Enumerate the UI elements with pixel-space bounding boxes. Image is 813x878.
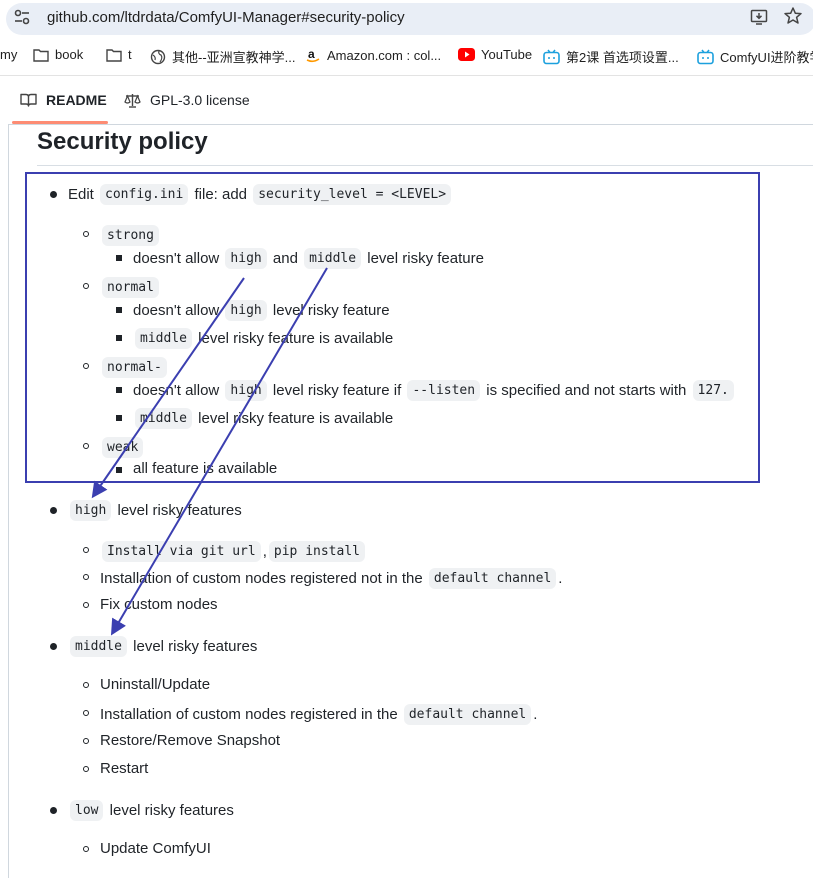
bullet <box>83 738 89 744</box>
list-item-high-2: Installation of custom nodes registered … <box>100 568 562 589</box>
list-item-middle-4: Restart <box>100 760 148 777</box>
bullet <box>50 643 57 650</box>
bookmark-label: 其他--亚洲宣教神学... <box>172 50 296 65</box>
text: Installation of custom nodes registered … <box>100 706 398 723</box>
bookmarks-bar: my book t 其他--亚洲宣教神学... a Amazon.com : c… <box>0 37 813 76</box>
law-scale-icon <box>124 93 141 108</box>
list-item-low-features: low level risky features <box>68 800 234 821</box>
list-item-high-features: high level risky features <box>68 500 242 521</box>
bookmark-amazon[interactable]: a Amazon.com : col... <box>305 47 441 63</box>
readme-tab-bar: README GPL-3.0 license <box>8 76 813 125</box>
text: level risky features <box>133 638 258 655</box>
bullet <box>83 682 89 688</box>
inline-code: pip install <box>268 541 365 562</box>
inline-code: Install via git url <box>102 541 261 562</box>
text: Fix custom nodes <box>100 596 218 613</box>
text: Update ComfyUI <box>100 840 211 857</box>
bookmark-label: t <box>128 47 132 62</box>
heading-divider <box>37 165 813 166</box>
bookmark-label: book <box>55 47 84 62</box>
active-tab-indicator <box>12 121 108 124</box>
bookmark-star-icon[interactable] <box>783 6 803 26</box>
text: Restart <box>100 760 149 777</box>
bullet <box>83 602 89 608</box>
bookmark-book[interactable]: book <box>33 47 83 62</box>
text: . <box>533 706 538 723</box>
inline-code: high <box>70 500 112 521</box>
bookmark-youtube[interactable]: YouTube <box>458 47 532 62</box>
text: , <box>262 543 267 560</box>
text: Uninstall/Update <box>100 676 211 693</box>
folder-icon <box>33 48 49 62</box>
inline-code: default channel <box>428 568 557 589</box>
bookmark-bilibili-lesson2[interactable]: 第2课 首选项设置... <box>543 47 679 66</box>
bullet <box>83 574 89 580</box>
bookmark-comfyui-advanced[interactable]: ComfyUI进阶教学 <box>697 47 813 66</box>
list-item-low-1: Update ComfyUI <box>100 840 211 857</box>
list-item-middle-1: Uninstall/Update <box>100 676 210 693</box>
amazon-icon: a <box>306 47 320 63</box>
book-icon <box>20 93 37 107</box>
url-text[interactable]: github.com/ltdrdata/ComfyUI-Manager#secu… <box>47 9 405 26</box>
tab-readme[interactable]: README <box>20 76 107 124</box>
bullet <box>50 507 57 514</box>
bookmark-label: Amazon.com : col... <box>327 47 442 63</box>
youtube-icon <box>458 48 475 61</box>
list-item-high-3: Fix custom nodes <box>100 596 218 613</box>
bookmark-my[interactable]: my <box>0 47 17 62</box>
text: Installation of custom nodes registered … <box>100 570 423 587</box>
annotation-box <box>25 172 760 483</box>
bookmark-label: ComfyUI进阶教学 <box>720 50 813 65</box>
bookmark-mission-theology[interactable]: 其他--亚洲宣教神学... <box>150 47 296 66</box>
text: . <box>558 570 563 587</box>
list-item-middle-features: middle level risky features <box>68 636 257 657</box>
bookmark-label: 第2课 首选项设置... <box>566 50 679 65</box>
tab-license[interactable]: GPL-3.0 license <box>124 76 250 124</box>
list-item-middle-2: Installation of custom nodes registered … <box>100 704 537 725</box>
tab-label: GPL-3.0 license <box>150 92 250 108</box>
inline-code: middle <box>70 636 127 657</box>
content-left-border <box>8 124 9 878</box>
bilibili-icon <box>697 49 714 64</box>
text: level risky features <box>109 802 234 819</box>
bullet <box>83 547 89 553</box>
bullet <box>83 710 89 716</box>
bullet <box>50 807 57 814</box>
list-item-high-1: Install via git url , pip install <box>100 541 367 562</box>
install-app-icon[interactable] <box>750 8 768 26</box>
bookmark-label: my <box>0 47 18 62</box>
bullet <box>83 766 89 772</box>
bullet <box>83 846 89 852</box>
address-bar: github.com/ltdrdata/ComfyUI-Manager#secu… <box>0 0 813 37</box>
svg-text:a: a <box>308 47 315 61</box>
site-info-icon[interactable] <box>13 8 31 26</box>
list-item-middle-3: Restore/Remove Snapshot <box>100 732 280 749</box>
inline-code: low <box>70 800 104 821</box>
tab-label: README <box>46 92 107 108</box>
text: Restore/Remove Snapshot <box>100 732 281 749</box>
text: level risky features <box>117 502 242 519</box>
bilibili-icon <box>543 49 560 64</box>
bookmark-label: YouTube <box>481 47 533 62</box>
inline-code: default channel <box>403 704 532 725</box>
folder-icon <box>106 48 122 62</box>
bookmark-t[interactable]: t <box>106 47 132 62</box>
globe-icon <box>150 49 166 64</box>
page-title: Security policy <box>37 128 208 155</box>
